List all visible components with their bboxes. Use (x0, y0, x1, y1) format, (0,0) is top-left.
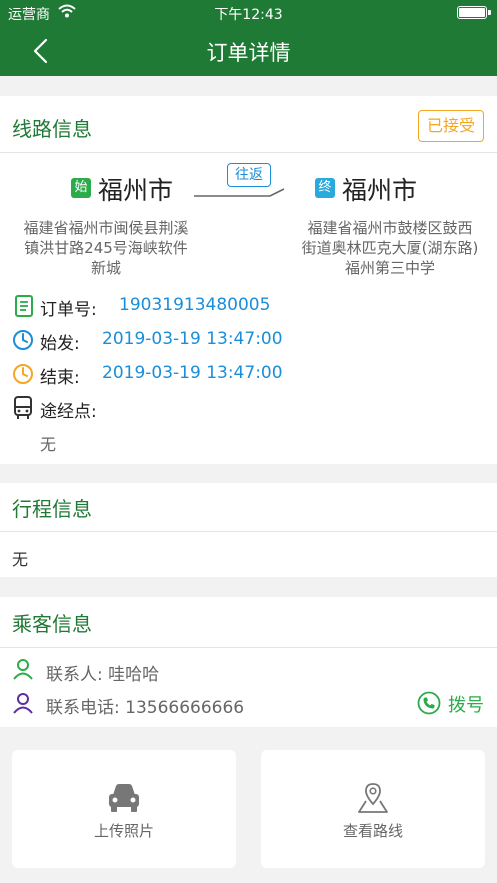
end-time-label: 结束: (40, 368, 80, 388)
status-badge: 已接受 (418, 110, 484, 142)
user-icon (12, 692, 34, 714)
contact-phone: 联系电话: 13566666666 (46, 698, 245, 718)
call-button[interactable]: 拨号 (417, 690, 489, 718)
clock: 下午12:43 (214, 7, 283, 23)
view-route-button[interactable]: 查看路线 (261, 750, 485, 868)
status-bar: 运营商 下午12:43 (0, 0, 497, 26)
start-address: 福建省福州市闽侯县荆溪 镇洪甘路245号海峡软件 新城 (6, 218, 206, 278)
waypoints-label: 途经点: (40, 402, 97, 422)
map-pin-icon (358, 783, 388, 813)
document-icon (14, 295, 36, 317)
trip-type-badge: 往返 (227, 163, 271, 187)
clock-icon (12, 363, 34, 385)
route-section-title: 线路信息 (12, 117, 92, 141)
start-time-label: 始发: (40, 334, 80, 354)
itinerary-content: 无 (12, 550, 29, 569)
divider (0, 152, 497, 153)
end-address-line: 福建省福州市鼓楼区鼓西 (307, 219, 473, 237)
passenger-section-title: 乘客信息 (12, 612, 92, 636)
start-city: 福州市 (98, 176, 174, 205)
divider (0, 531, 497, 532)
end-address-line: 福州第三中学 (344, 259, 435, 277)
upload-photo-button[interactable]: 上传照片 (12, 750, 236, 868)
end-address: 福建省福州市鼓楼区鼓西 街道奥林匹克大厦(湖东路) 福州第三中学 (280, 218, 497, 278)
battery-icon (457, 6, 491, 19)
upload-photo-label: 上传照片 (93, 822, 154, 840)
waypoints-value: 无 (40, 435, 57, 454)
phone-icon (417, 691, 441, 719)
order-number-value: 19031913480005 (119, 295, 271, 315)
start-address-line: 镇洪甘路245号海峡软件 (24, 239, 188, 257)
view-route-label: 查看路线 (342, 822, 403, 840)
start-tag: 始 (71, 178, 91, 198)
user-icon (12, 658, 34, 680)
bus-icon (12, 396, 34, 419)
end-time-value: 2019-03-19 13:47:00 (102, 363, 283, 383)
end-tag: 终 (315, 178, 335, 198)
nav-bar: 订单详情 (0, 26, 497, 76)
clock-icon (12, 329, 34, 351)
end-address-line: 街道奥林匹克大厦(湖东路) (301, 239, 479, 257)
divider (0, 647, 497, 648)
start-address-line: 新城 (90, 259, 121, 277)
start-address-line: 福建省福州市闽侯县荆溪 (23, 219, 189, 237)
start-time-value: 2019-03-19 13:47:00 (102, 329, 283, 349)
call-label: 拨号 (448, 695, 484, 716)
order-number-label: 订单号: (40, 300, 97, 320)
route-arrow-icon (194, 188, 285, 197)
end-city: 福州市 (342, 176, 418, 205)
contact-name: 联系人: 哇哈哈 (46, 665, 160, 685)
itinerary-section-title: 行程信息 (12, 497, 92, 521)
car-icon (109, 784, 139, 812)
page-title: 订单详情 (206, 41, 291, 65)
